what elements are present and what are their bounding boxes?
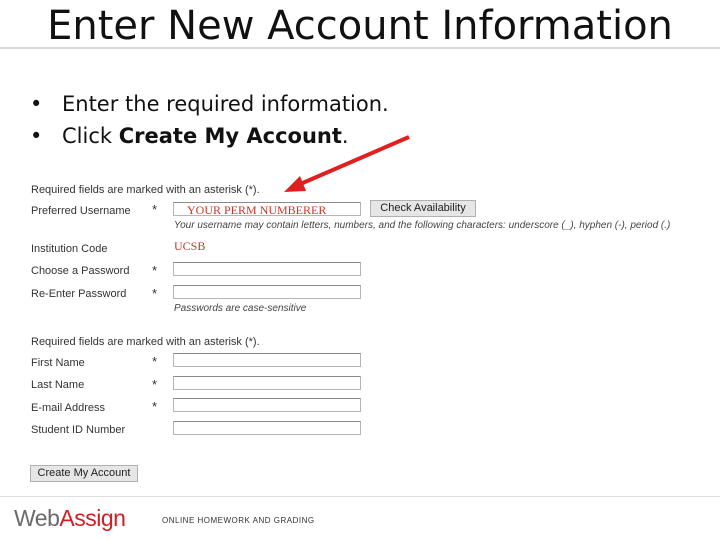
preferred-username-input[interactable]: YOUR PERM NUMBERER	[173, 202, 361, 217]
reenter-password-label: Re-Enter Password	[31, 288, 127, 300]
student-id-input[interactable]	[173, 421, 361, 435]
arrow-shaft	[297, 135, 410, 187]
required-asterisk: *	[152, 202, 158, 217]
reenter-password-input[interactable]	[173, 285, 361, 299]
student-id-label: Student ID Number	[31, 424, 126, 436]
required-fields-note: Required fields are marked with an aster…	[31, 336, 260, 348]
username-hint: Your username may contain letters, numbe…	[174, 220, 671, 231]
password-hint: Passwords are case-sensitive	[174, 303, 307, 314]
first-name-input[interactable]	[173, 353, 361, 367]
required-asterisk: *	[152, 377, 158, 392]
arrow-head	[284, 176, 306, 192]
footer-tagline: ONLINE HOMEWORK AND GRADING	[162, 516, 315, 525]
preferred-username-label: Preferred Username	[31, 205, 131, 217]
logo-assign-text: Assign	[59, 505, 126, 531]
logo-web-text: Web	[14, 505, 60, 531]
footer-divider	[0, 496, 720, 497]
email-label: E-mail Address	[31, 402, 105, 414]
first-name-label: First Name	[31, 357, 85, 369]
last-name-label: Last Name	[31, 379, 85, 391]
check-availability-button[interactable]: Check Availability	[370, 200, 476, 217]
required-fields-note: Required fields are marked with an aster…	[31, 184, 260, 196]
institution-code-value: UCSB	[174, 239, 206, 253]
email-input[interactable]	[173, 398, 361, 412]
required-asterisk: *	[152, 354, 158, 369]
create-my-account-button[interactable]: Create My Account	[30, 465, 138, 482]
required-asterisk: *	[152, 286, 158, 301]
institution-code-label: Institution Code	[31, 243, 108, 255]
required-asterisk: *	[152, 263, 158, 278]
webassign-logo: WebAssign	[14, 505, 126, 532]
choose-password-input[interactable]	[173, 262, 361, 276]
required-asterisk: *	[152, 399, 158, 414]
preferred-username-value: YOUR PERM NUMBERER	[187, 203, 327, 217]
last-name-input[interactable]	[173, 376, 361, 390]
choose-password-label: Choose a Password	[31, 265, 130, 277]
